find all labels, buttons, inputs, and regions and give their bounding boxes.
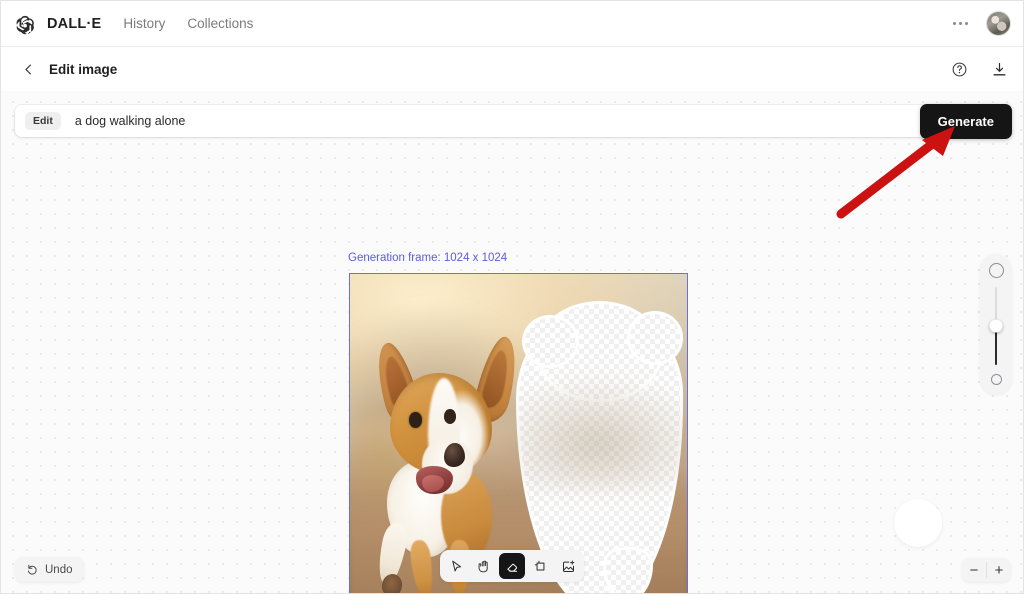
prompt-bar[interactable]: Edit a dog walking alone <box>15 105 1009 137</box>
edit-mode-chip[interactable]: Edit <box>25 112 61 130</box>
brush-cursor-preview <box>894 499 942 547</box>
zoom-controls: − + <box>962 558 1011 582</box>
avatar[interactable] <box>986 11 1011 36</box>
dalle-editor-window: DALL·E History Collections Generation fr… <box>0 0 1024 594</box>
prompt-input[interactable]: a dog walking alone <box>75 114 1009 128</box>
generation-frame[interactable] <box>349 273 688 593</box>
help-circle-icon[interactable] <box>949 59 969 79</box>
top-nav-right-group <box>949 11 1011 36</box>
add-image-tool[interactable] <box>555 553 581 579</box>
zoom-in-button[interactable]: + <box>987 558 1011 582</box>
undo-button[interactable]: Undo <box>15 557 84 582</box>
chevron-left-icon[interactable] <box>19 60 37 78</box>
brand-name: DALL·E <box>47 15 102 32</box>
crop-tool[interactable] <box>527 553 553 579</box>
subheader-right-group <box>949 59 1009 79</box>
top-navigation-bar: DALL·E History Collections <box>1 1 1023 47</box>
pan-tool[interactable] <box>471 553 497 579</box>
tool-palette <box>440 550 584 582</box>
erased-region-ear-left <box>525 317 576 365</box>
erased-region-foot <box>606 550 650 593</box>
edit-canvas[interactable]: Generation frame: 1024 x 1024 <box>1 91 1023 593</box>
undo-arrow-icon <box>26 563 39 576</box>
brush-size-slider[interactable] <box>980 254 1012 394</box>
nav-link-collections[interactable]: Collections <box>187 16 253 31</box>
source-image <box>350 274 687 593</box>
select-tool[interactable] <box>443 553 469 579</box>
generation-frame-label: Generation frame: 1024 x 1024 <box>348 252 508 264</box>
more-horizontal-icon[interactable] <box>949 18 972 29</box>
undo-label: Undo <box>45 563 73 576</box>
large-brush-size-icon[interactable] <box>988 263 1004 278</box>
download-icon[interactable] <box>989 59 1009 79</box>
generate-button[interactable]: Generate <box>919 104 1012 139</box>
zoom-out-button[interactable]: − <box>962 558 986 582</box>
small-brush-size-icon[interactable] <box>990 374 1002 385</box>
eraser-tool[interactable] <box>499 553 525 579</box>
page-title: Edit image <box>49 61 118 77</box>
editor-subheader: Edit image <box>1 47 1023 91</box>
brush-size-track[interactable] <box>989 287 1003 365</box>
brush-size-knob[interactable] <box>989 319 1003 333</box>
openai-logo-icon[interactable] <box>13 12 37 36</box>
nav-link-history[interactable]: History <box>123 16 165 31</box>
erased-region-ear-right <box>629 314 681 362</box>
